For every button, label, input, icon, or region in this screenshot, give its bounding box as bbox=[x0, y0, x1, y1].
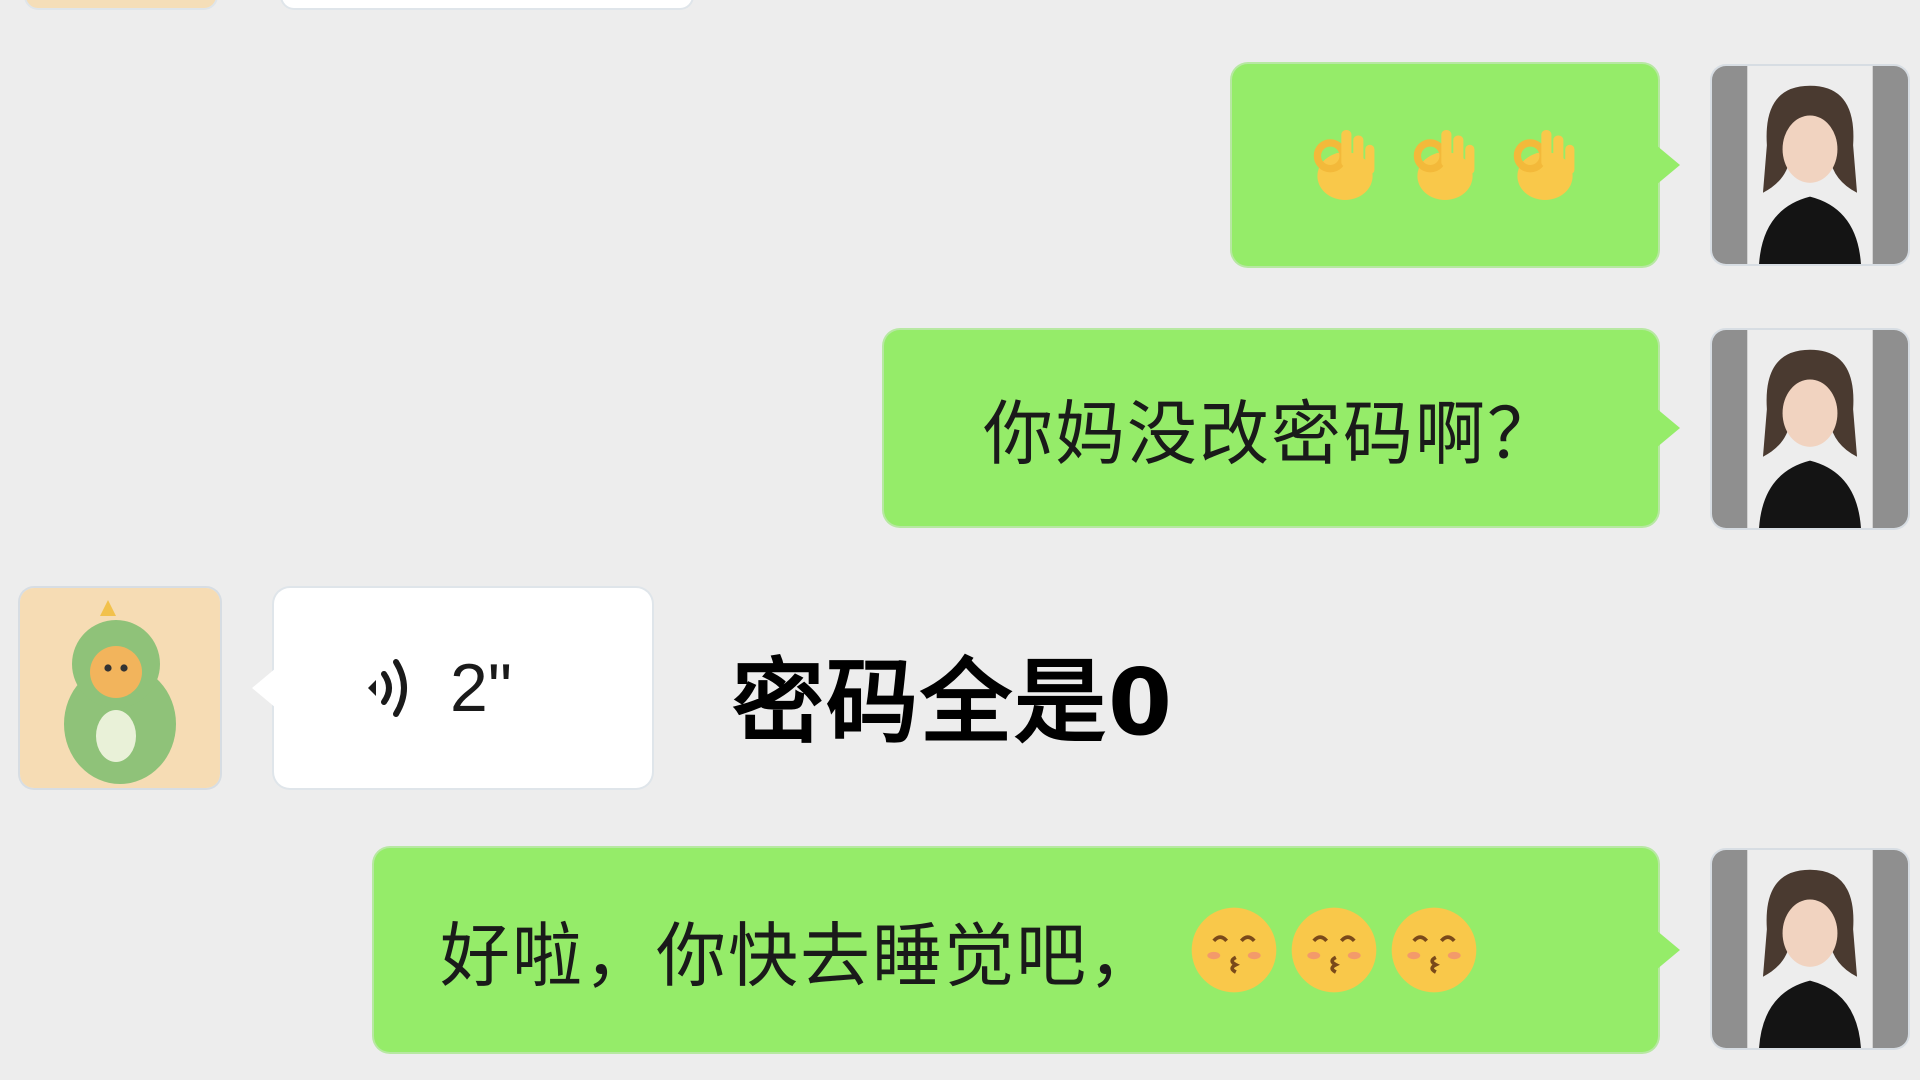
voice-message-bubble[interactable]: 2" bbox=[274, 588, 652, 788]
message-bubble-text-emoji[interactable]: 好啦，你快去睡觉吧， bbox=[374, 848, 1658, 1052]
previous-bubble-stub bbox=[282, 0, 692, 8]
my-avatar[interactable] bbox=[1712, 330, 1908, 528]
message-text: 你妈没改密码啊？ bbox=[983, 392, 1559, 475]
voice-duration: 2" bbox=[450, 650, 512, 726]
ok-hand-icon bbox=[1499, 119, 1591, 211]
message-bubble-emoji[interactable] bbox=[1232, 64, 1658, 266]
chat-area[interactable]: 你妈没改密码啊？ 2" 密码全是0 好啦，你快去睡觉吧， bbox=[0, 0, 1920, 1080]
contact-avatar[interactable] bbox=[20, 588, 220, 788]
my-avatar[interactable] bbox=[1712, 66, 1908, 264]
voice-wave-icon bbox=[360, 648, 420, 728]
my-avatar[interactable] bbox=[1712, 850, 1908, 1048]
message-text: 好啦，你快去睡觉吧， bbox=[440, 914, 1160, 997]
kissing-face-icon bbox=[1288, 904, 1380, 996]
message-bubble-text[interactable]: 你妈没改密码啊？ bbox=[884, 330, 1658, 526]
overlay-caption: 密码全是0 bbox=[732, 649, 1175, 756]
kissing-face-icon bbox=[1388, 904, 1480, 996]
ok-hand-icon bbox=[1399, 119, 1491, 211]
kissing-face-icon bbox=[1188, 904, 1280, 996]
ok-hand-icon bbox=[1299, 119, 1391, 211]
previous-avatar-stub bbox=[26, 0, 216, 8]
